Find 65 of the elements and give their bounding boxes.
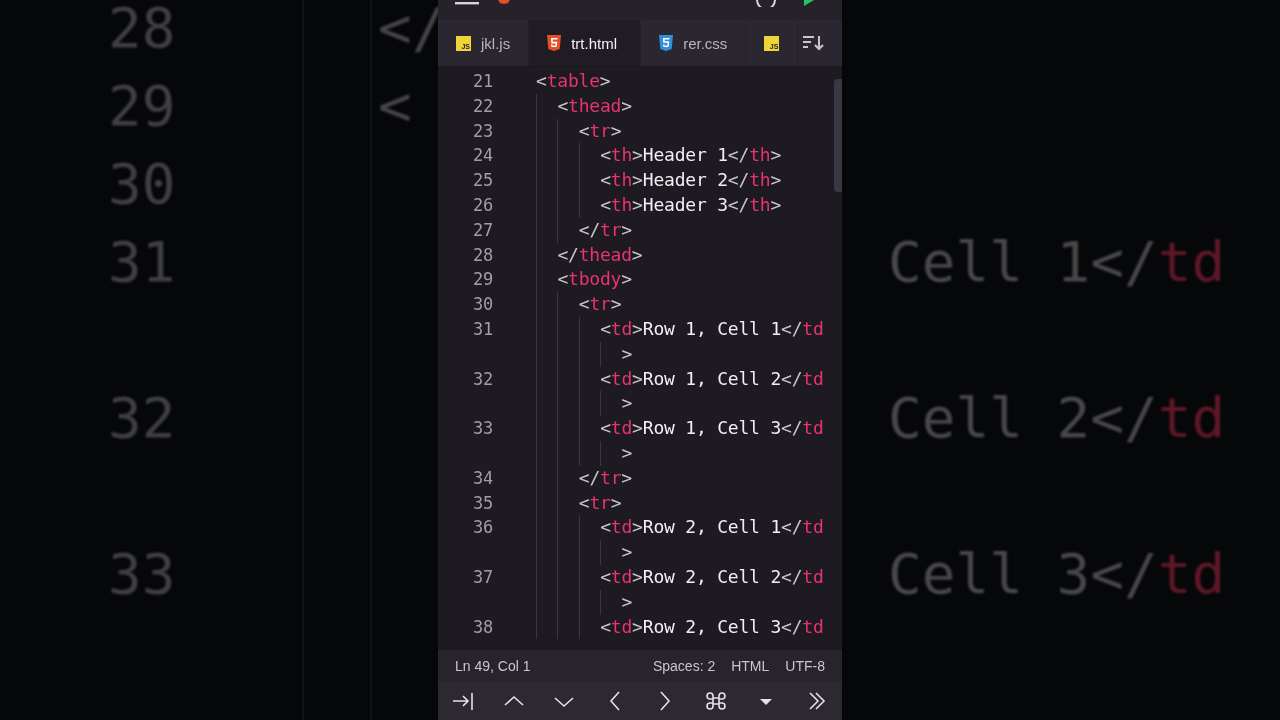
scrollbar-thumb[interactable] [834,79,842,192]
code-text: < [378,72,413,140]
code-line: > [536,589,633,615]
code-text: </ [378,0,438,62]
line-number: 32 [108,384,177,452]
code-line: <th>Header 1</th> [536,143,782,169]
code-line: <td>Row 2, Cell 1</td [536,515,824,541]
indent-setting[interactable]: Spaces: 2 [652,658,716,674]
code-text: Cell 2</td [888,384,1226,452]
line-number: 33 [108,540,177,608]
sort-icon[interactable] [802,35,824,51]
code-line: <td>Row 2, Cell 3</td [536,614,824,640]
code-line: <tr> [536,118,622,144]
code-line: <td>Row 1, Cell 2</td [536,366,824,392]
line-number: 22 [471,94,493,118]
line-number: 30 [471,293,493,317]
line-number: 24 [471,144,493,168]
menu-icon[interactable] [455,0,479,6]
line-number: 29 [471,268,493,292]
language-mode[interactable]: HTML [731,658,770,674]
line-number: 32 [471,367,493,391]
code-line: > [536,540,633,565]
line-number: 33 [471,417,493,441]
code-line: > [536,391,633,417]
line-number: 35 [471,491,493,515]
line-number: 34 [471,466,493,490]
command-key-icon[interactable] [703,690,728,712]
css-file-icon [659,35,674,51]
line-number: 21 [471,70,493,93]
line-number: 31 [108,228,177,296]
line-number: 30 [108,150,177,218]
code-line: <td>Row 2, Cell 2</td [536,564,824,590]
code-line: > [536,440,633,466]
code-line: </tr> [536,465,632,491]
line-number: 29 [108,72,177,140]
line-number: 31 [471,317,493,341]
code-line: <tbody> [536,267,632,293]
line-number: 36 [471,516,493,540]
line-number: 25 [471,169,493,193]
code-line: > [536,341,633,367]
editor-tab[interactable]: rer.css [641,20,747,66]
line-number: 28 [471,243,493,267]
line-number: 23 [471,119,493,143]
line-number: 28 [108,0,177,62]
code-line: </thead> [536,242,643,268]
code-line: <tr> [536,490,622,516]
code-line: <table> [536,69,611,94]
code-line: <td>Row 1, Cell 3</td [536,416,824,441]
encoding-label[interactable]: UTF-8 [785,658,825,674]
code-text: Cell 1</td [888,228,1226,296]
code-text: Cell 3</td [888,540,1226,608]
code-line: <th>Header 2</th> [536,168,782,193]
line-number: 27 [471,218,493,242]
line-number: 38 [471,615,493,639]
play-icon[interactable] [804,0,814,6]
code-line: </tr> [536,217,632,243]
editor-tab[interactable]: trt.html [529,20,642,66]
code-line: <th>Header 3</th> [536,193,782,218]
line-number: 26 [471,194,493,217]
code-line: <tr> [536,292,622,317]
tab-key-icon[interactable] [451,690,476,712]
code-line: <thead> [536,93,632,119]
code-line: <td>Row 1, Cell 1</td [536,316,824,342]
cursor-position[interactable]: Ln 49, Col 1 [455,658,531,674]
line-number: 37 [471,565,493,589]
